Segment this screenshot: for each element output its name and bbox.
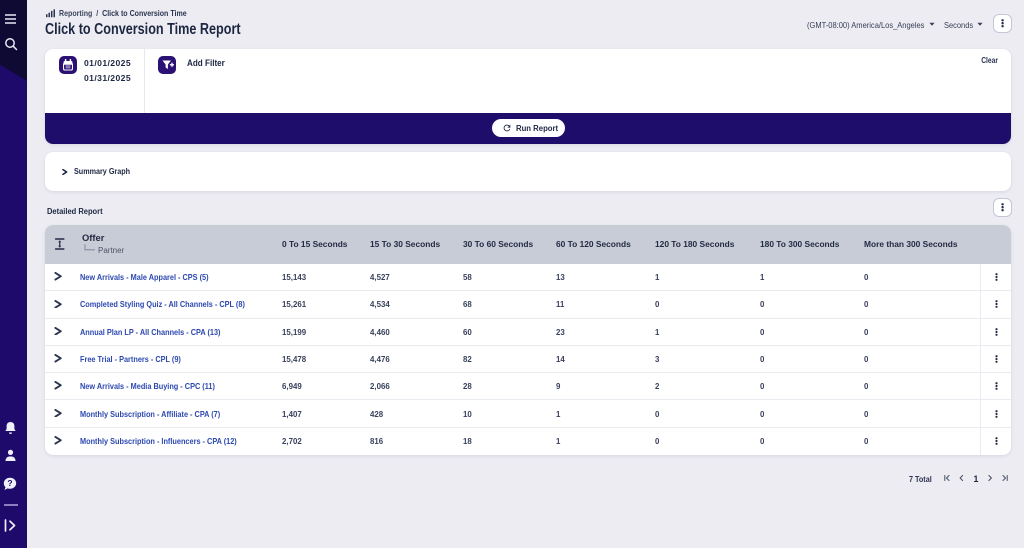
svg-text:?: ? (7, 478, 12, 488)
